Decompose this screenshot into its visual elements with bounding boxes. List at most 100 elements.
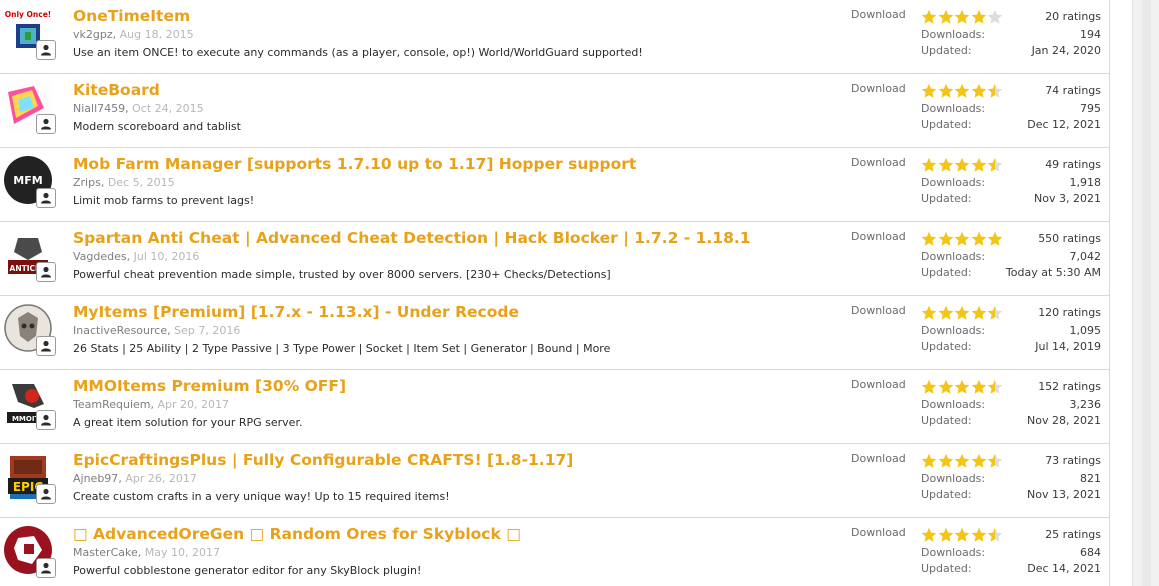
author-avatar[interactable] (36, 188, 56, 208)
updated-date: Dec 14, 2021 (1027, 562, 1101, 575)
download-link[interactable]: Download (851, 526, 906, 539)
resource-title-link[interactable]: MMOItems Premium [30% OFF] (73, 377, 346, 395)
author-link[interactable]: TeamRequiem (73, 398, 150, 411)
star-icon (971, 527, 986, 542)
resource-icon-wrap (4, 304, 56, 356)
star-icon (938, 231, 953, 246)
star-rating (921, 305, 1004, 321)
downloads-count: 684 (1080, 546, 1101, 559)
updated-label: Updated: (921, 44, 972, 57)
resource-tagline: Modern scoreboard and tablist (73, 120, 241, 133)
star-icon (971, 9, 986, 24)
star-icon (938, 305, 953, 320)
star-rating (921, 527, 1004, 543)
resource-row: Only Once! OneTimeItem vk2gpz, Aug 18, 201… (0, 0, 1109, 74)
resource-title-link[interactable]: KiteBoard (73, 81, 160, 99)
star-icon (954, 231, 970, 246)
resource-row: MFM Mob Farm Manager [supports 1.7.10 up … (0, 148, 1109, 222)
download-link[interactable]: Download (851, 156, 906, 169)
resource-meta: MasterCake, May 10, 2017 (73, 546, 220, 559)
star-icon (938, 379, 953, 394)
author-avatar[interactable] (36, 336, 56, 356)
author-link[interactable]: MasterCake (73, 546, 138, 559)
star-icon (921, 231, 937, 246)
star-icon (938, 453, 953, 468)
resource-icon-wrap: EPIC (4, 452, 56, 504)
updated-label: Updated: (921, 562, 972, 575)
resource-icon-wrap: MFM (4, 156, 56, 208)
resource-tagline: 26 Stats | 25 Ability | 2 Type Passive |… (73, 342, 611, 355)
star-icon (987, 379, 1003, 394)
author-link[interactable]: InactiveResource (73, 324, 167, 337)
star-icon (921, 83, 937, 98)
author-link[interactable]: vk2gpz (73, 28, 113, 41)
updated-date: Jan 24, 2020 (1031, 44, 1101, 57)
star-rating (921, 453, 1004, 469)
release-date: Apr 26, 2017 (125, 472, 197, 485)
author-link[interactable]: Ajneb97 (73, 472, 118, 485)
resource-tagline: Create custom crafts in a very unique wa… (73, 490, 450, 503)
resource-title-link[interactable]: Spartan Anti Cheat | Advanced Cheat Dete… (73, 229, 751, 247)
author-avatar[interactable] (36, 40, 56, 60)
star-icon (921, 157, 937, 172)
download-link[interactable]: Download (851, 82, 906, 95)
download-link[interactable]: Download (851, 452, 906, 465)
star-icon (954, 305, 970, 320)
star-icon (987, 83, 1003, 98)
author-link[interactable]: Vagdedes (73, 250, 127, 263)
ratings-count: 120 ratings (1038, 306, 1101, 319)
user-icon (41, 488, 51, 500)
resource-tagline: Powerful cheat prevention made simple, t… (73, 268, 611, 281)
resource-title-link[interactable]: EpicCraftingsPlus | Fully Configurable C… (73, 451, 573, 469)
resource-meta: TeamRequiem, Apr 20, 2017 (73, 398, 229, 411)
author-avatar[interactable] (36, 114, 56, 134)
download-link[interactable]: Download (851, 378, 906, 391)
download-link[interactable]: Download (851, 8, 906, 21)
resource-meta: vk2gpz, Aug 18, 2015 (73, 28, 194, 41)
release-date: Jul 10, 2016 (133, 250, 200, 263)
scrollbar[interactable] (1132, 0, 1159, 586)
author-avatar[interactable] (36, 262, 56, 282)
resource-icon-wrap: Only Once! (4, 8, 56, 60)
resource-row: ANTICHE Spartan Anti Cheat | Advanced Che… (0, 222, 1109, 296)
updated-label: Updated: (921, 118, 972, 131)
star-icon (954, 527, 970, 542)
resource-title-link[interactable]: OneTimeItem (73, 7, 190, 25)
icon-label: MFM (13, 174, 42, 187)
star-icon (954, 9, 970, 24)
user-icon (41, 340, 51, 352)
resource-title-link[interactable]: MyItems [Premium] [1.7.x - 1.13.x] - Und… (73, 303, 519, 321)
star-rating (921, 379, 1004, 395)
updated-label: Updated: (921, 488, 972, 501)
release-date: Dec 5, 2015 (107, 176, 175, 189)
star-rating (921, 83, 1004, 99)
star-icon (921, 453, 937, 468)
author-avatar[interactable] (36, 484, 56, 504)
star-icon (971, 157, 986, 172)
release-date: Apr 20, 2017 (157, 398, 229, 411)
updated-label: Updated: (921, 340, 972, 353)
downloads-count: 7,042 (1069, 250, 1102, 263)
scrollbar-thumb[interactable] (1142, 0, 1151, 586)
author-link[interactable]: Zrips (73, 176, 101, 189)
updated-date: Nov 3, 2021 (1034, 192, 1101, 205)
release-date: May 10, 2017 (144, 546, 220, 559)
star-icon (954, 83, 970, 98)
downloads-label: Downloads: (921, 176, 986, 189)
star-icon (987, 231, 1003, 246)
resource-meta: Vagdedes, Jul 10, 2016 (73, 250, 199, 263)
author-link[interactable]: Niall7459 (73, 102, 125, 115)
star-icon (938, 9, 953, 24)
resource-row: EPIC EpicCraftingsPlus | Fully Configurab… (0, 444, 1109, 518)
author-avatar[interactable] (36, 410, 56, 430)
download-link[interactable]: Download (851, 230, 906, 243)
author-avatar[interactable] (36, 558, 56, 578)
resource-meta: Ajneb97, Apr 26, 2017 (73, 472, 197, 485)
resource-title-link[interactable]: □ AdvancedOreGen □ Random Ores for Skybl… (73, 525, 521, 543)
resource-title-link[interactable]: Mob Farm Manager [supports 1.7.10 up to … (73, 155, 636, 173)
resource-list: Only Once! OneTimeItem vk2gpz, Aug 18, 201… (0, 0, 1110, 586)
download-link[interactable]: Download (851, 304, 906, 317)
release-date: Oct 24, 2015 (132, 102, 204, 115)
user-icon (41, 266, 51, 278)
star-rating (921, 9, 1004, 25)
